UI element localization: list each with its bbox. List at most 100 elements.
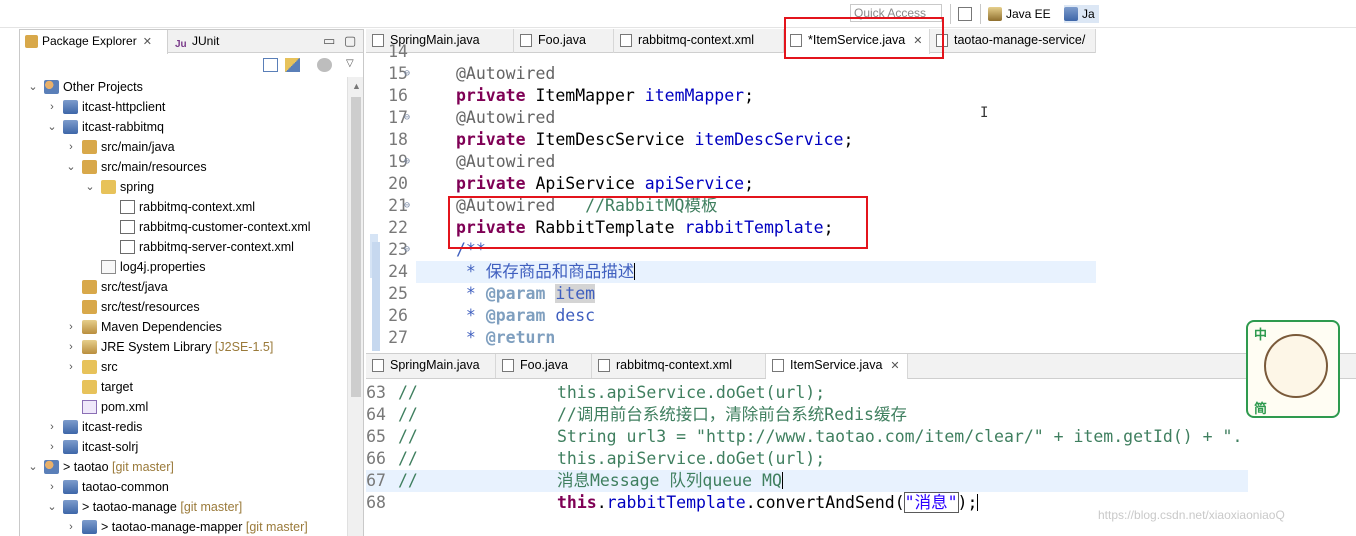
explorer-scrollbar[interactable]: ▲ xyxy=(347,77,363,536)
chevron-right-icon[interactable]: › xyxy=(47,417,57,437)
tree-item[interactable]: › itcast-solrj xyxy=(20,437,346,457)
file-icon xyxy=(101,260,116,274)
minimize-icon[interactable]: ▭ xyxy=(323,33,335,49)
chevron-right-icon[interactable]: › xyxy=(47,437,57,457)
chevron-down-icon[interactable]: ⌄ xyxy=(28,457,38,477)
code-line: 66 // this.apiService.doGet(url); xyxy=(366,448,1356,470)
chevron-down-icon[interactable]: ⌄ xyxy=(28,77,38,97)
file-icon xyxy=(772,359,784,372)
collapse-all-icon[interactable] xyxy=(263,58,278,72)
tree-item-label: itcast-httpclient xyxy=(82,100,166,114)
chevron-down-icon[interactable]: ⌄ xyxy=(47,497,57,517)
chevron-right-icon[interactable]: › xyxy=(66,317,76,337)
fold-toggle-icon[interactable]: ⊖ xyxy=(404,63,410,85)
lib-icon xyxy=(82,320,97,334)
code-line: 14 xyxy=(366,41,1096,63)
tree-item-label: pom.xml xyxy=(101,400,149,414)
mascot-char-bottom: 简 xyxy=(1254,401,1268,416)
tree-item[interactable]: › Maven Dependencies xyxy=(20,317,346,337)
perspective-java[interactable]: Ja xyxy=(1064,5,1099,23)
code-text: // this.apiService.doGet(url); xyxy=(398,383,826,402)
view-menu-icon[interactable]: ▽ xyxy=(346,58,361,72)
tree-item[interactable]: ⌄ Other Projects xyxy=(20,77,346,97)
chevron-down-icon[interactable]: ⌄ xyxy=(47,117,57,137)
scroll-up-icon[interactable]: ▲ xyxy=(352,81,361,91)
chevron-right-icon[interactable]: › xyxy=(66,357,76,377)
tree-item[interactable]: › > taotao-manage-mapper [git master] xyxy=(20,517,346,536)
line-number: 18 xyxy=(388,130,408,149)
line-number: 24 xyxy=(388,262,408,281)
file-icon xyxy=(502,359,514,372)
proj-icon xyxy=(63,100,78,114)
line-number: 66 xyxy=(366,449,386,468)
chevron-right-icon[interactable]: › xyxy=(47,477,57,497)
tree-item[interactable]: ⌄ spring xyxy=(20,177,346,197)
link-with-editor-icon[interactable] xyxy=(285,58,300,72)
line-number: 26 xyxy=(388,306,408,325)
tree-item[interactable]: › itcast-httpclient xyxy=(20,97,346,117)
tab-label: ItemService.java xyxy=(790,358,883,372)
tree-item[interactable]: ⌄ > taotao-manage [git master] xyxy=(20,497,346,517)
code-line: 15 ⊖ @Autowired xyxy=(366,63,1096,85)
chevron-right-icon[interactable]: › xyxy=(66,337,76,357)
fold-toggle-icon[interactable]: ⊖ xyxy=(404,107,410,129)
code-text: // 消息Message 队列queue MQ xyxy=(398,471,783,490)
tab-itemservice-java[interactable]: ItemService.java ✕ xyxy=(766,354,908,379)
fold-toggle-icon[interactable]: ⊖ xyxy=(404,239,410,261)
tree-item[interactable]: › src/main/java xyxy=(20,137,346,157)
tree-item[interactable]: ⌄ itcast-rabbitmq xyxy=(20,117,346,137)
tree-item[interactable]: › JRE System Library [J2SE-1.5] xyxy=(20,337,346,357)
tab-springmain-java[interactable]: SpringMain.java xyxy=(366,354,496,378)
pkgfolder-icon xyxy=(82,140,97,154)
code-text: * @param item xyxy=(456,284,596,303)
tree-item[interactable]: ⌄ > taotao [git master] xyxy=(20,457,346,477)
close-icon[interactable]: ✕ xyxy=(890,360,899,372)
fold-toggle-icon[interactable]: ⊖ xyxy=(404,151,410,173)
tab-package-explorer[interactable]: Package Explorer ✕ xyxy=(20,30,168,54)
tree-item-decoration: [git master] xyxy=(176,500,243,514)
focus-icon[interactable] xyxy=(317,58,332,72)
tree-item-label: rabbitmq-context.xml xyxy=(139,200,256,214)
maximize-icon[interactable]: ▢ xyxy=(344,33,356,49)
tree-item-label: src xyxy=(101,360,118,374)
tree-item[interactable]: rabbitmq-context.xml xyxy=(20,197,346,217)
tab-rabbitmq-context-xml[interactable]: rabbitmq-context.xml xyxy=(592,354,766,378)
tree-item-label: Other Projects xyxy=(63,80,143,94)
tree-item[interactable]: rabbitmq-customer-context.xml xyxy=(20,217,346,237)
tree-item[interactable]: › itcast-redis xyxy=(20,417,346,437)
tree-item[interactable]: src/test/resources xyxy=(20,297,346,317)
tree-item-label: src/test/resources xyxy=(101,300,200,314)
line-number: 63 xyxy=(366,383,386,402)
tree-item[interactable]: log4j.properties xyxy=(20,257,346,277)
fold-toggle-icon[interactable]: ⊖ xyxy=(404,195,410,217)
toolbar-separator xyxy=(950,4,951,24)
lib-icon xyxy=(82,340,97,354)
tab-foo-java[interactable]: Foo.java xyxy=(496,354,592,378)
code-line: 16 private ItemMapper itemMapper; xyxy=(366,85,1096,107)
chevron-down-icon[interactable]: ⌄ xyxy=(66,157,76,177)
close-icon[interactable]: ✕ xyxy=(143,36,152,48)
tree-item[interactable]: ⌄ src/main/resources xyxy=(20,157,346,177)
chevron-right-icon[interactable]: › xyxy=(47,97,57,117)
open-perspective-button[interactable] xyxy=(958,5,972,23)
chevron-right-icon[interactable]: › xyxy=(66,517,76,536)
proj-icon xyxy=(63,500,78,514)
tree-item[interactable]: › src xyxy=(20,357,346,377)
proj-icon xyxy=(82,520,97,534)
tree-item[interactable]: src/test/java xyxy=(20,277,346,297)
tree-item[interactable]: › taotao-common xyxy=(20,477,346,497)
xml-icon xyxy=(120,240,135,254)
tree-item[interactable]: rabbitmq-server-context.xml xyxy=(20,237,346,257)
proj-icon xyxy=(63,480,78,494)
perspective-java-ee[interactable]: Java EE xyxy=(988,5,1051,23)
line-number: 25 xyxy=(388,284,408,303)
folder-icon xyxy=(82,380,97,394)
tree-item-label: itcast-rabbitmq xyxy=(82,120,164,134)
scrollbar-thumb[interactable] xyxy=(351,97,361,397)
chevron-down-icon[interactable]: ⌄ xyxy=(85,177,95,197)
chevron-right-icon[interactable]: › xyxy=(66,137,76,157)
tree-item[interactable]: pom.xml xyxy=(20,397,346,417)
tree-item[interactable]: target xyxy=(20,377,346,397)
tab-junit[interactable]: Ju JUnit xyxy=(170,30,230,53)
mascot-char-top: 中 xyxy=(1254,327,1268,342)
